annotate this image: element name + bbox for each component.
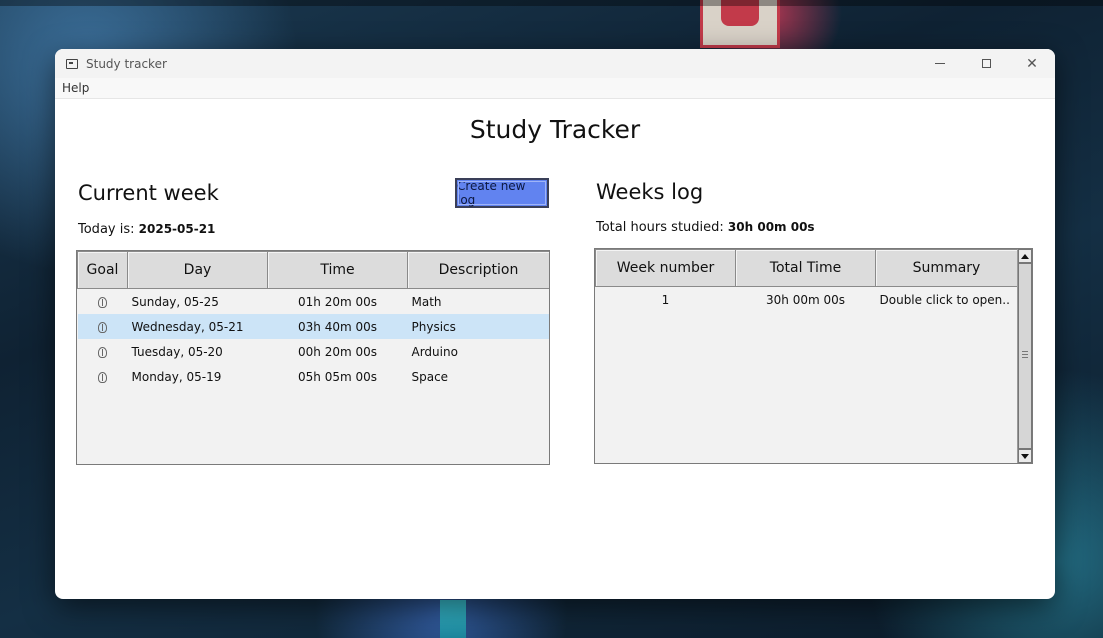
total-hours-value: 30h 00m 00s — [727, 220, 815, 234]
description-cell: Physics — [407, 314, 549, 339]
today-value: 2025-05-21 — [138, 222, 216, 236]
week-number-cell: 1 — [661, 292, 670, 307]
page-title: Study Tracker — [469, 115, 641, 144]
total-hours-line: Total hours studied: 30h 00m 00s — [596, 220, 815, 235]
column-header-total-time[interactable]: Total Time — [735, 249, 876, 287]
table-row[interactable]: 1 30h 00m 00s Double click to open.. — [596, 287, 1018, 313]
today-label: Today is: — [78, 222, 135, 237]
description-cell: Space — [411, 369, 449, 384]
day-cell: Wednesday, 05-21 — [127, 314, 268, 339]
vertical-scrollbar[interactable] — [1017, 249, 1032, 463]
day-cell: Monday, 05-19 — [131, 369, 222, 384]
arrow-up-icon — [1021, 253, 1029, 259]
time-cell: 01h 20m 00s — [298, 294, 377, 309]
day-cell: Sunday, 05-25 — [131, 294, 219, 309]
menu-bar: Help — [55, 78, 1055, 99]
goal-cell — [78, 339, 128, 364]
day-cell: Tuesday, 05-20 — [131, 344, 223, 359]
column-header-description[interactable]: Description — [407, 251, 549, 289]
today-line: Today is: 2025-05-21 — [78, 222, 215, 237]
background-wire — [0, 0, 1103, 6]
time-cell: 03h 40m 00s — [267, 314, 408, 339]
column-header-time[interactable]: Time — [267, 251, 408, 289]
column-header-summary[interactable]: Summary — [875, 249, 1018, 287]
total-time-cell: 30h 00m 00s — [766, 292, 845, 307]
scroll-down-button[interactable] — [1018, 449, 1032, 463]
leaf-icon — [98, 346, 107, 358]
goal-cell — [78, 364, 128, 389]
weeks-log-title: Weeks log — [596, 180, 704, 204]
create-new-log-button[interactable]: Create new log — [455, 178, 549, 208]
scrollbar-thumb[interactable] — [1018, 263, 1032, 449]
app-icon — [66, 58, 78, 69]
time-cell: 00h 20m 00s — [298, 344, 377, 359]
column-header-day[interactable]: Day — [127, 251, 268, 289]
leaf-icon — [98, 296, 107, 308]
weeks-log-table: Week number Total Time Summary 1 30h 00m… — [594, 248, 1033, 464]
scroll-up-button[interactable] — [1018, 249, 1032, 263]
minimize-icon — [935, 63, 945, 64]
maximize-icon — [981, 59, 991, 68]
window-title: Study tracker — [86, 56, 167, 71]
window-controls: ✕ — [917, 49, 1055, 78]
app-window: Study tracker ✕ Help Study Tracker Curre… — [55, 49, 1055, 599]
table-row[interactable]: Monday, 05-19 05h 05m 00s Space — [78, 364, 550, 389]
description-cell: Math — [411, 294, 442, 309]
arrow-down-icon — [1021, 453, 1029, 459]
menu-help[interactable]: Help — [55, 81, 96, 95]
time-cell: 05h 05m 00s — [298, 369, 377, 384]
total-hours-label: Total hours studied: — [596, 220, 724, 235]
background-sign — [700, 0, 780, 48]
column-header-week-number[interactable]: Week number — [595, 249, 736, 287]
goal-cell — [78, 289, 128, 315]
column-header-goal[interactable]: Goal — [77, 251, 128, 289]
current-week-table: Goal Day Time Description Sunday, 05-25 … — [76, 250, 550, 465]
title-bar[interactable]: Study tracker ✕ — [55, 49, 1055, 78]
summary-cell: Double click to open.. — [879, 292, 1010, 307]
leaf-icon — [98, 371, 107, 383]
leaf-icon — [98, 321, 107, 333]
close-icon: ✕ — [1026, 55, 1038, 72]
minimize-button[interactable] — [917, 49, 963, 78]
grip-icon — [1022, 351, 1028, 360]
close-button[interactable]: ✕ — [1009, 49, 1055, 78]
description-cell: Arduino — [411, 344, 458, 359]
table-row[interactable]: Sunday, 05-25 01h 20m 00s Math — [78, 289, 550, 315]
background-neon-sign — [440, 600, 466, 638]
table-row-selected[interactable]: Wednesday, 05-21 03h 40m 00s Physics — [77, 314, 549, 339]
goal-cell — [77, 314, 128, 339]
maximize-button[interactable] — [963, 49, 1009, 78]
table-row[interactable]: Tuesday, 05-20 00h 20m 00s Arduino — [78, 339, 550, 364]
current-week-title: Current week — [78, 181, 219, 205]
